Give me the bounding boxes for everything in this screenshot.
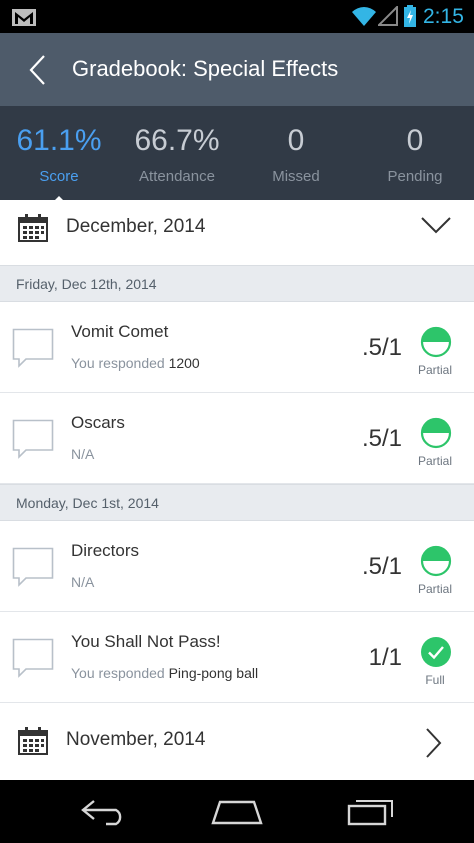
nav-home-icon[interactable] <box>210 798 264 826</box>
back-arrow-icon[interactable] <box>24 53 54 87</box>
month-header-december[interactable]: December, 2014 <box>0 200 474 256</box>
item-status: Partial <box>417 363 452 377</box>
stat-missed[interactable]: 0 Missed <box>237 124 355 185</box>
comment-bubble-icon <box>12 328 54 368</box>
item-name: Vomit Comet <box>71 322 169 341</box>
partial-status-icon <box>420 326 452 358</box>
day-label: Friday, Dec 12th, 2014 <box>16 276 157 292</box>
calendar-icon <box>18 214 48 242</box>
month-label: December, 2014 <box>66 216 206 237</box>
item-response: N/A <box>71 574 95 590</box>
battery-charging-icon <box>404 5 416 27</box>
stat-score-value: 61.1% <box>16 124 102 157</box>
partial-status-icon <box>420 545 452 577</box>
item-response-value: 1200 <box>168 355 200 371</box>
chevron-down-icon[interactable] <box>420 214 452 236</box>
stat-attendance-value: 66.7% <box>134 124 220 157</box>
stat-missed-label: Missed <box>272 168 320 185</box>
item-score: .5/1 <box>361 334 402 361</box>
item-status: Full <box>425 673 445 687</box>
item-response-value: Ping-pong ball <box>168 665 259 681</box>
day-header: Monday, Dec 1st, 2014 <box>0 484 474 521</box>
item-status: Partial <box>417 582 452 596</box>
item-score: .5/1 <box>361 553 402 580</box>
item-response: You responded Ping-pong ball <box>71 665 259 681</box>
comment-bubble-icon <box>12 419 54 459</box>
status-time: 2:15 <box>423 5 464 28</box>
stat-attendance[interactable]: 66.7% Attendance <box>118 124 236 185</box>
nav-recent-apps-icon[interactable] <box>346 796 396 826</box>
day-header: Friday, Dec 12th, 2014 <box>0 265 474 302</box>
item-name: Oscars <box>71 413 125 432</box>
month-label: November, 2014 <box>66 729 206 750</box>
stat-score[interactable]: 61.1% Score <box>0 124 118 185</box>
nav-back-icon[interactable] <box>80 798 128 826</box>
month-header-november[interactable]: November, 2014 <box>0 713 474 769</box>
wifi-icon <box>352 7 376 26</box>
item-status: Partial <box>417 454 452 468</box>
item-name: Directors <box>71 541 140 560</box>
stat-attendance-label: Attendance <box>139 168 215 185</box>
day-label: Monday, Dec 1st, 2014 <box>16 495 159 511</box>
item-score: .5/1 <box>361 425 402 452</box>
stat-missed-value: 0 <box>287 124 305 157</box>
item-response: N/A <box>71 446 95 462</box>
status-bar: 2:15 <box>0 0 474 33</box>
item-response: You responded 1200 <box>71 355 200 371</box>
list-item[interactable]: Vomit Comet You responded 1200 .5/1 Part… <box>0 302 474 393</box>
page-title: Gradebook: Special Effects <box>72 56 339 81</box>
signal-icon <box>378 6 398 26</box>
chevron-right-icon[interactable] <box>422 727 444 759</box>
stat-pending-value: 0 <box>406 124 424 157</box>
check-circle-icon <box>421 637 451 667</box>
partial-status-icon <box>420 417 452 449</box>
stat-pending[interactable]: 0 Pending <box>356 124 474 185</box>
list-item[interactable]: Oscars N/A .5/1 Partial <box>0 393 474 484</box>
comment-bubble-icon <box>12 638 54 678</box>
stats-bar: 61.1% Score 66.7% Attendance 0 Missed 0 … <box>0 106 474 210</box>
calendar-icon <box>18 727 48 755</box>
stat-score-label: Score <box>39 168 79 185</box>
system-nav-bar <box>0 780 474 843</box>
list-item[interactable]: Directors N/A .5/1 Partial <box>0 521 474 612</box>
list-item[interactable]: You Shall Not Pass! You responded Ping-p… <box>0 612 474 703</box>
comment-bubble-icon <box>12 547 54 587</box>
app-bar: Gradebook: Special Effects <box>0 33 474 106</box>
item-score: 1/1 <box>368 644 402 671</box>
gmail-icon <box>12 9 36 26</box>
stat-pending-label: Pending <box>387 168 443 185</box>
item-name: You Shall Not Pass! <box>71 632 221 651</box>
